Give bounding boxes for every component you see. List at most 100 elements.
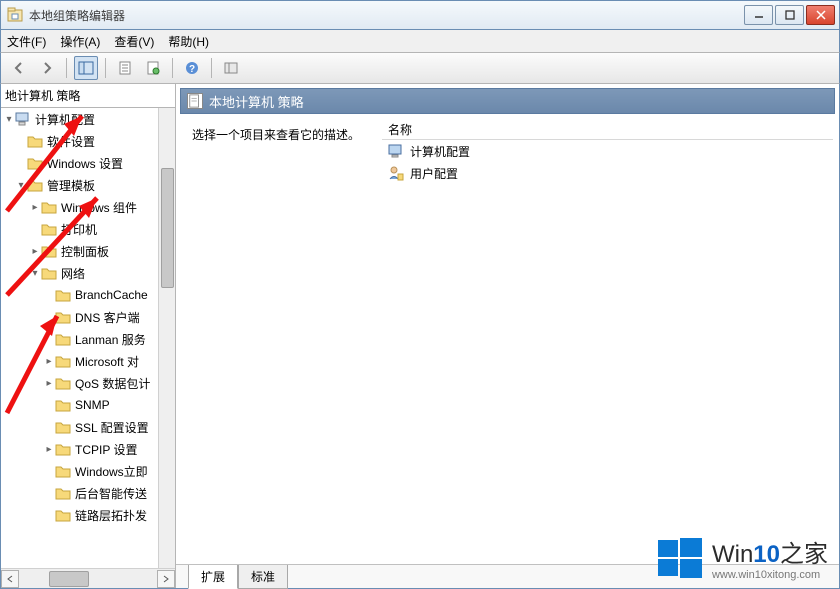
tree-item-label: Windows立即 [75, 463, 148, 480]
tab-standard[interactable]: 标准 [238, 565, 288, 589]
show-tree-button[interactable] [74, 56, 98, 80]
forward-button[interactable] [35, 56, 59, 80]
tree-scrollbar-horizontal[interactable] [1, 568, 175, 588]
tree-item[interactable]: ▾ 管理模板 [1, 174, 175, 196]
folder-icon [55, 508, 71, 522]
twisty-closed-icon[interactable]: ▸ [43, 356, 55, 367]
folder-icon [41, 244, 57, 258]
folder-icon [41, 222, 57, 236]
tree-item[interactable]: ▸软件设置 [1, 130, 175, 152]
tree-item-label: SNMP [75, 398, 110, 412]
tree-item[interactable]: ▸控制面板 [1, 240, 175, 262]
tree-item-label: 管理模板 [47, 177, 95, 194]
tree-item[interactable]: ▸Lanman 服务 [1, 328, 175, 350]
detail-panel: 本地计算机 策略 选择一个项目来查看它的描述。 名称 计算机配置用户配置 扩展 … [176, 84, 839, 588]
back-button[interactable] [7, 56, 31, 80]
options-button[interactable] [219, 56, 243, 80]
menu-action[interactable]: 操作(A) [60, 33, 100, 50]
maximize-button[interactable] [775, 5, 804, 25]
twisty-closed-icon[interactable]: ▸ [43, 444, 55, 455]
filter-button[interactable] [141, 56, 165, 80]
windows-logo-icon [658, 536, 702, 580]
tree-item-label: Windows 设置 [47, 155, 123, 172]
tree-item[interactable]: ▸ Windows 组件 [1, 196, 175, 218]
toolbar-separator [211, 58, 212, 78]
twisty-closed-icon[interactable]: ▸ [43, 378, 55, 389]
folder-icon [55, 332, 71, 346]
list-item[interactable]: 用户配置 [382, 162, 833, 184]
tree-item-label: Lanman 服务 [75, 331, 146, 348]
tree-item-label: TCPIP 设置 [75, 441, 137, 458]
tree-item-label: 打印机 [61, 221, 97, 238]
tree-item[interactable]: ▸SSL 配置设置 [1, 416, 175, 438]
tree[interactable]: ▾ 计算机配置 ▸软件设置▸Windows 设置▾管理模板▸Windows 组件… [1, 108, 175, 588]
tree-item[interactable]: ▸打印机 [1, 218, 175, 240]
watermark: Win10之家 www.win10xitong.com [658, 534, 828, 581]
detail-header-title: 本地计算机 策略 [209, 92, 304, 111]
tree-item-label: DNS 客户端 [75, 309, 140, 326]
description-text: 选择一个项目来查看它的描述。 [182, 120, 382, 558]
menubar: 文件(F) 操作(A) 查看(V) 帮助(H) [0, 30, 840, 52]
tree-item-label: 后台智能传送 [75, 485, 147, 502]
scrollbar-thumb[interactable] [49, 571, 89, 587]
menu-view[interactable]: 查看(V) [114, 33, 154, 50]
folder-icon [41, 200, 57, 214]
menu-file[interactable]: 文件(F) [7, 33, 46, 50]
toolbar-separator [172, 58, 173, 78]
scroll-right-button[interactable] [157, 570, 175, 588]
twisty-open-icon[interactable]: ▾ [15, 180, 27, 191]
watermark-text: Win10之家 www.win10xitong.com [712, 534, 828, 581]
folder-icon [55, 398, 71, 412]
tree-item[interactable]: ▸后台智能传送 [1, 482, 175, 504]
item-list: 名称 计算机配置用户配置 [382, 120, 833, 558]
column-header-name[interactable]: 名称 [382, 120, 833, 140]
tab-extend[interactable]: 扩展 [188, 565, 238, 589]
tree-root[interactable]: ▾ 计算机配置 [1, 108, 175, 130]
body: 地计算机 策略 ▾ 计算机配置 ▸软件设置▸Windows 设置▾管理模板▸Wi… [0, 84, 840, 589]
folder-icon [41, 266, 57, 280]
scrollbar-track[interactable] [19, 570, 157, 588]
help-button[interactable]: ? [180, 56, 204, 80]
app-icon [7, 7, 23, 23]
window-controls [744, 5, 839, 25]
tree-scrollbar-vertical[interactable] [158, 108, 175, 568]
document-icon [187, 93, 203, 109]
tree-item-label: 计算机配置 [35, 111, 95, 128]
close-button[interactable] [806, 5, 835, 25]
tree-item[interactable]: ▸链路层拓扑发 [1, 504, 175, 526]
tree-item[interactable]: ▸ TCPIP 设置 [1, 438, 175, 460]
brand-url: www.win10xitong.com [712, 569, 828, 581]
detail-body: 选择一个项目来查看它的描述。 名称 计算机配置用户配置 [182, 120, 833, 558]
tree-item[interactable]: ▸SNMP [1, 394, 175, 416]
folder-icon [55, 442, 71, 456]
tree-item-label: Windows 组件 [61, 199, 137, 216]
folder-icon [55, 464, 71, 478]
tree-item[interactable]: ▸Windows立即 [1, 460, 175, 482]
scroll-left-button[interactable] [1, 570, 19, 588]
tree-item[interactable]: ▸DNS 客户端 [1, 306, 175, 328]
twisty-closed-icon[interactable]: ▸ [29, 202, 41, 213]
tree-item[interactable]: ▸ QoS 数据包计 [1, 372, 175, 394]
folder-icon [27, 156, 43, 170]
scrollbar-thumb[interactable] [161, 168, 174, 288]
tree-item[interactable]: ▸Microsoft 对 [1, 350, 175, 372]
tree-item-label: 链路层拓扑发 [75, 507, 147, 524]
tree-item[interactable]: ▸Windows 设置 [1, 152, 175, 174]
twisty-open-icon[interactable]: ▾ [29, 268, 41, 279]
twisty-closed-icon[interactable]: ▸ [29, 246, 41, 257]
tree-item[interactable]: ▸BranchCache [1, 284, 175, 306]
tree-item-label: QoS 数据包计 [75, 375, 150, 392]
folder-icon [55, 420, 71, 434]
folder-icon [55, 376, 71, 390]
tree-panel: 地计算机 策略 ▾ 计算机配置 ▸软件设置▸Windows 设置▾管理模板▸Wi… [1, 84, 176, 588]
list-item-label: 用户配置 [410, 165, 458, 182]
tree-item-label: 软件设置 [47, 133, 95, 150]
twisty-open-icon[interactable]: ▾ [3, 114, 15, 125]
list-item[interactable]: 计算机配置 [382, 140, 833, 162]
computer-icon [15, 112, 31, 126]
minimize-button[interactable] [744, 5, 773, 25]
tree-item[interactable]: ▾网络 [1, 262, 175, 284]
properties-button[interactable] [113, 56, 137, 80]
menu-help[interactable]: 帮助(H) [168, 33, 209, 50]
brand-part-b: 10 [753, 541, 780, 568]
